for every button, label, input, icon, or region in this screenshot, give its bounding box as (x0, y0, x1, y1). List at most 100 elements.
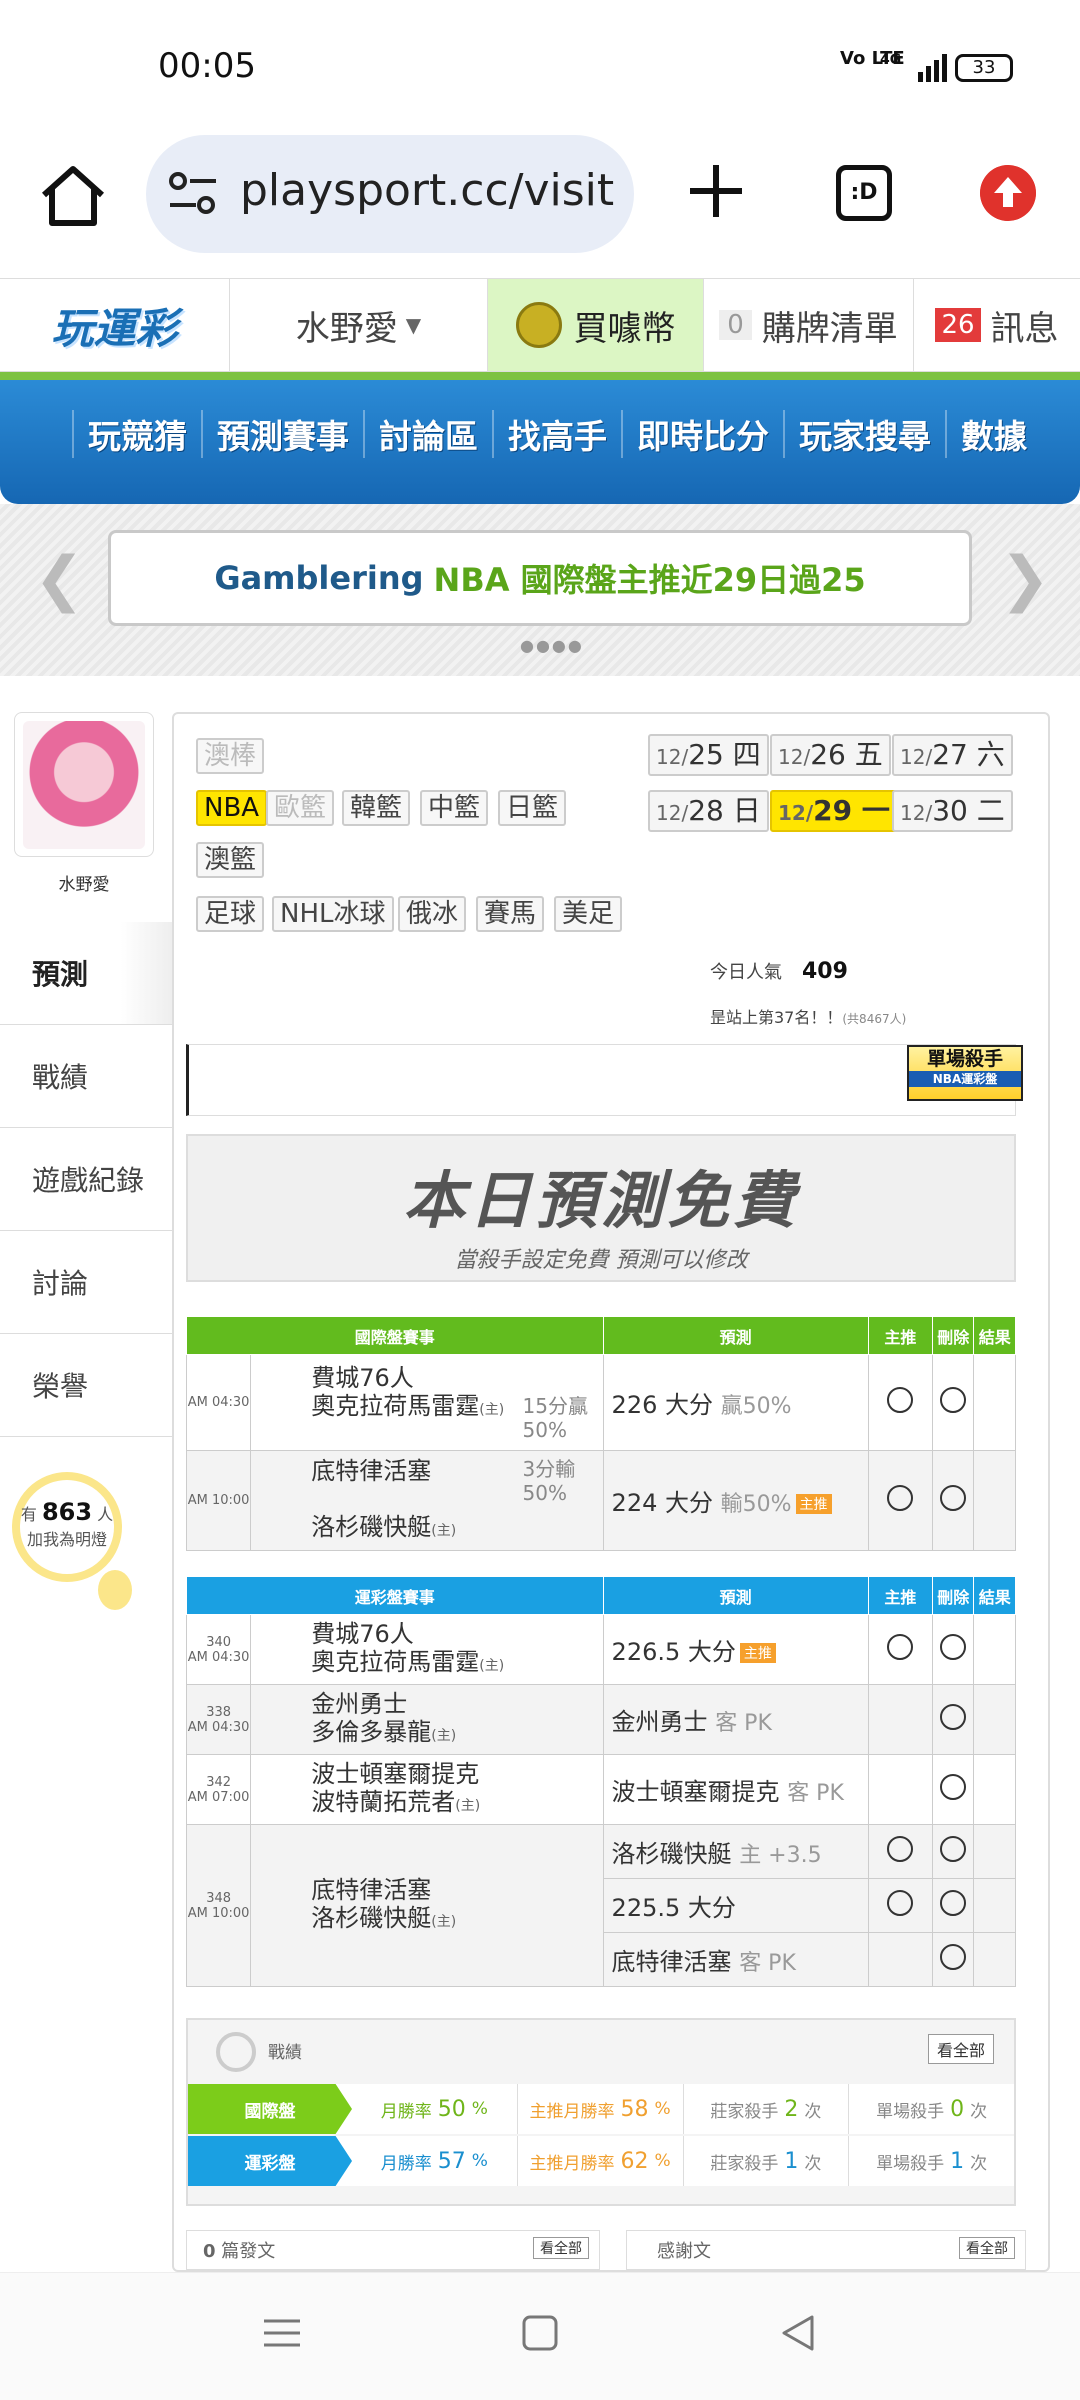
popularity-value: 409 (802, 959, 848, 984)
game-number: 342 (206, 1774, 232, 1790)
tab-switcher-button[interactable]: :D (836, 165, 892, 221)
date-button[interactable]: 12/26 五 (770, 734, 891, 776)
address-bar[interactable]: playsport.cc/visit (146, 135, 634, 253)
side-item-honor[interactable]: 榮譽 (0, 1334, 172, 1437)
nav-item[interactable]: 玩競猜 (72, 410, 201, 458)
league-tag[interactable]: 歐籃 (266, 790, 335, 826)
league-tag[interactable]: 美足 (554, 896, 623, 932)
delete-radio[interactable] (940, 1633, 967, 1660)
message-count-badge: 26 (935, 308, 981, 342)
record-type: 國際盤 (188, 2084, 352, 2134)
stat-label: 主推月勝率 (529, 2153, 615, 2174)
date-button[interactable]: 12/27 六 (892, 734, 1013, 776)
chevron-left-icon[interactable]: ❮ (34, 544, 84, 614)
main-pick-radio[interactable] (887, 1386, 914, 1413)
user-menu[interactable]: 水野愛 ▼ (230, 279, 488, 371)
stat-unit: % (654, 2099, 671, 2119)
date-button[interactable]: 12/28 日 (648, 790, 769, 832)
date-button[interactable]: 12/29 一 (770, 790, 898, 832)
delete-radio[interactable] (940, 1703, 967, 1730)
popularity-rank: 昰站上第37名！！(共8467人) (710, 1004, 906, 1028)
league-tag[interactable]: 澳籃 (196, 842, 265, 878)
fans-lightbulb[interactable]: 有 863 人 加我為明燈 (12, 1472, 132, 1610)
record-summary: 戰績 看全部 國際盤 月勝率 50% 主推月勝率 58% 莊家殺手 2 次 單場殺手 0 次… (186, 2018, 1016, 2206)
site-header: 玩運彩 水野愛 ▼ 買噱幣 0 購牌清單 26 訊息 (0, 278, 1080, 372)
delete-radio[interactable] (940, 1835, 967, 1862)
site-logo[interactable]: 玩運彩 (0, 279, 230, 371)
date-button[interactable]: 12/25 四 (648, 734, 769, 776)
league-tag[interactable]: NBA (196, 790, 268, 826)
view-all-button[interactable]: 看全部 (533, 2237, 589, 2259)
teams-cell: 底特律活塞 洛杉磯快艇(主) (250, 1824, 604, 1987)
side-item-discuss[interactable]: 討論 (0, 1231, 172, 1334)
menu-icon[interactable] (262, 2313, 302, 2353)
nav-item[interactable]: 找高手 (492, 410, 621, 458)
delete-radio[interactable] (940, 1386, 967, 1413)
profile-name: 水野愛 (58, 875, 110, 895)
game-number-time: 342 AM 07:00 (185, 1754, 252, 1825)
main-pick-tag: 主推 (795, 1494, 832, 1514)
nav-item[interactable]: 討論區 (363, 410, 492, 458)
nav-item[interactable]: 預測賽事 (201, 410, 363, 458)
view-all-button[interactable]: 看全部 (927, 2034, 994, 2064)
date-day: 27 六 (932, 738, 1005, 771)
single-killer: 單場殺手 1 次 (849, 2136, 1014, 2186)
main-pick-radio[interactable] (887, 1633, 914, 1660)
rank-text: 昰站上第37名！！ (710, 1008, 843, 1027)
host-mark: (主) (431, 1913, 457, 1930)
prediction-cell: 金州勇士 客 PK (602, 1684, 869, 1755)
delete-cell (932, 1684, 975, 1755)
date-day: 28 日 (688, 794, 761, 827)
line-info: 3分輸 50% (522, 1456, 576, 1505)
nav-item[interactable]: 即時比分 (621, 410, 783, 458)
league-tag[interactable]: 賽馬 (476, 896, 545, 932)
nav-item[interactable]: 數據 (945, 410, 1041, 458)
delete-radio[interactable] (940, 1773, 967, 1800)
home-icon[interactable] (38, 161, 108, 231)
side-item-game-log[interactable]: 遊戲紀錄 (0, 1128, 172, 1231)
home-team: 洛杉磯快艇 (311, 1512, 432, 1541)
home-square-icon[interactable] (520, 2313, 560, 2353)
site-settings-icon[interactable] (168, 171, 218, 217)
back-icon[interactable] (778, 2313, 818, 2353)
delete-radio[interactable] (940, 1484, 967, 1511)
avatar[interactable] (14, 712, 154, 857)
side-item-predict[interactable]: 預測 (0, 922, 172, 1025)
fans-label: 加我為明燈 (26, 1530, 107, 1549)
nav-item[interactable]: 玩家搜尋 (783, 410, 945, 458)
messages-button[interactable]: 26 訊息 (914, 279, 1080, 371)
league-tag[interactable]: 韓籃 (342, 790, 411, 826)
cart-button[interactable]: 0 購牌清單 (704, 279, 914, 371)
main-rate: 主推月勝率 62% (518, 2136, 684, 2186)
chevron-right-icon[interactable]: ❯ (1000, 544, 1050, 614)
league-tag[interactable]: 俄冰 (398, 896, 467, 932)
main-pick-radio[interactable] (887, 1484, 914, 1511)
view-all-button[interactable]: 看全部 (959, 2237, 1015, 2259)
prediction-note: 客 PK (715, 1711, 772, 1736)
delete-radio[interactable] (940, 1943, 967, 1970)
game-number-time: 338 AM 04:30 (185, 1684, 252, 1755)
buy-coins-button[interactable]: 買噱幣 (488, 279, 704, 371)
badge-title: 單場殺手 (926, 1048, 1003, 1070)
delete-radio[interactable] (940, 1889, 967, 1916)
new-tab-icon[interactable] (686, 161, 746, 221)
main-pick-radio[interactable] (887, 1889, 914, 1916)
league-tag[interactable]: 澳棒 (196, 738, 265, 774)
date-button[interactable]: 12/30 二 (892, 790, 1013, 832)
stat-unit: 次 (804, 2153, 822, 2174)
delete-cell (932, 1614, 975, 1685)
update-icon[interactable] (980, 165, 1036, 221)
main-pick-radio[interactable] (887, 1835, 914, 1862)
browser-toolbar: playsport.cc/visit :D (0, 135, 1080, 275)
league-tag[interactable]: 中籃 (420, 790, 489, 826)
league-tag[interactable]: NHL冰球 (272, 896, 394, 932)
league-tag[interactable]: 足球 (196, 896, 265, 932)
banner[interactable]: Gamblering NBA 國際盤主推近29日過25 (108, 530, 972, 626)
side-item-record[interactable]: 戰績 (0, 1025, 172, 1128)
divider (0, 372, 1080, 380)
league-tag[interactable]: 日籃 (498, 790, 567, 826)
teams-cell: 15分贏 50% 費城76人 奧克拉荷馬雷霆(主) (250, 1354, 604, 1451)
result-cell (973, 1932, 1016, 1987)
date-month: 12/ (656, 745, 689, 769)
column-header: 刪除 (932, 1316, 975, 1355)
